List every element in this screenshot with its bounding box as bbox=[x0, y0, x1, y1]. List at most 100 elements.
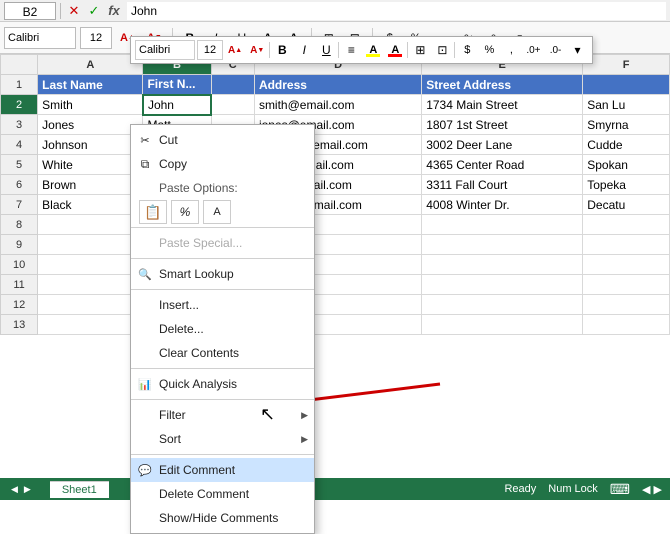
row-num-11: 11 bbox=[1, 275, 38, 295]
fx-icon[interactable]: fx bbox=[105, 2, 123, 20]
mt-grow-btn[interactable]: A▲ bbox=[225, 40, 245, 60]
ctx-sort[interactable]: Sort ▶ bbox=[131, 427, 314, 451]
ctx-paste-special-label: Paste Special... bbox=[159, 236, 242, 250]
cell-e4[interactable]: 3002 Deer Lane bbox=[422, 135, 583, 155]
paste-icon-1[interactable]: 📋 bbox=[139, 200, 167, 224]
ctx-paste-icons-row[interactable]: 📋 % A bbox=[131, 200, 314, 224]
cell-f4[interactable]: Cudde bbox=[583, 135, 670, 155]
col-header-a[interactable]: A bbox=[38, 55, 143, 75]
col-header-f[interactable]: F bbox=[583, 55, 670, 75]
paste-icon-3[interactable]: A bbox=[203, 200, 231, 224]
ctx-sep5 bbox=[131, 399, 314, 400]
ctx-cut[interactable]: ✂ Cut bbox=[131, 128, 314, 152]
mt-size-input[interactable] bbox=[197, 40, 223, 60]
ctx-clear-contents[interactable]: Clear Contents bbox=[131, 341, 314, 365]
mt-divider2 bbox=[338, 42, 339, 58]
mt-dec-inc-btn[interactable]: .0+ bbox=[523, 40, 543, 60]
status-right: Ready Num Lock ⌨ ◀ ▶ bbox=[504, 481, 662, 498]
ctx-clear-contents-label: Clear Contents bbox=[159, 346, 239, 360]
cancel-formula-icon[interactable]: ✕ bbox=[65, 2, 83, 20]
cell-f6[interactable]: Topeka bbox=[583, 175, 670, 195]
cell-e1[interactable]: Street Address bbox=[422, 75, 583, 95]
cell-f2[interactable]: San Lu bbox=[583, 95, 670, 115]
mt-underline-btn[interactable]: U bbox=[316, 40, 336, 60]
cell-a4[interactable]: Johnson bbox=[38, 135, 143, 155]
row-num-9: 9 bbox=[1, 235, 38, 255]
cell-f1[interactable] bbox=[583, 75, 670, 95]
cell-e2[interactable]: 1734 Main Street bbox=[422, 95, 583, 115]
row-num-8: 8 bbox=[1, 215, 38, 235]
row-num-5: 5 bbox=[1, 155, 38, 175]
mt-divider3 bbox=[407, 42, 408, 58]
formula-input[interactable] bbox=[127, 2, 666, 20]
sheet-tab-1[interactable]: Sheet1 bbox=[50, 481, 109, 498]
cell-a7[interactable]: Black bbox=[38, 195, 143, 215]
ctx-insert[interactable]: Insert... bbox=[131, 293, 314, 317]
confirm-formula-icon[interactable]: ✓ bbox=[85, 2, 103, 20]
quick-analysis-icon: 📊 bbox=[137, 376, 153, 392]
ctx-quick-analysis-label: Quick Analysis bbox=[159, 377, 237, 391]
cell-e6[interactable]: 3311 Fall Court bbox=[422, 175, 583, 195]
ctx-paste-options-text: Paste Options: bbox=[159, 181, 238, 195]
ctx-delete-comment[interactable]: Delete Comment bbox=[131, 482, 314, 506]
cell-d2[interactable]: smith@email.com bbox=[254, 95, 421, 115]
ctx-quick-analysis[interactable]: 📊 Quick Analysis bbox=[131, 372, 314, 396]
mt-dollar-btn[interactable]: $ bbox=[457, 40, 477, 60]
mt-fontcolor-btn[interactable]: A bbox=[385, 40, 405, 60]
cut-icon: ✂ bbox=[137, 132, 153, 148]
cell-e5[interactable]: 4365 Center Road bbox=[422, 155, 583, 175]
status-bar: ◀ ▶ Sheet1 Ready Num Lock ⌨ ◀ ▶ bbox=[0, 478, 670, 500]
table-row: 12 bbox=[1, 295, 670, 315]
mt-font-input[interactable] bbox=[135, 40, 195, 60]
ctx-insert-label: Insert... bbox=[159, 298, 199, 312]
cell-b2[interactable]: John bbox=[143, 95, 211, 115]
row-num-6: 6 bbox=[1, 175, 38, 195]
table-row: 3 Jones Matt jones@email.com 1807 1st St… bbox=[1, 115, 670, 135]
ctx-delete[interactable]: Delete... bbox=[131, 317, 314, 341]
ctx-smart-lookup[interactable]: 🔍 Smart Lookup bbox=[131, 262, 314, 286]
mt-percent-btn[interactable]: % bbox=[479, 40, 499, 60]
mt-more-btn[interactable]: ▾ bbox=[568, 40, 588, 60]
cell-ref-box[interactable]: B2 bbox=[4, 2, 56, 20]
cell-d1[interactable]: Address bbox=[254, 75, 421, 95]
cell-c1[interactable] bbox=[211, 75, 254, 95]
cell-a2[interactable]: Smith bbox=[38, 95, 143, 115]
mt-bold-btn[interactable]: B bbox=[272, 40, 292, 60]
cell-e7[interactable]: 4008 Winter Dr. bbox=[422, 195, 583, 215]
cell-f3[interactable]: Smyrna bbox=[583, 115, 670, 135]
ctx-show-hide-comments[interactable]: Show/Hide Comments bbox=[131, 506, 314, 530]
table-row: 6 Brown Jeff rown@email.com 3311 Fall Co… bbox=[1, 175, 670, 195]
table-row: 9 bbox=[1, 235, 670, 255]
mt-merge-btn[interactable]: ⊡ bbox=[432, 40, 452, 60]
mt-italic-btn[interactable]: I bbox=[294, 40, 314, 60]
mt-borders-btn[interactable]: ⊞ bbox=[410, 40, 430, 60]
scroll-status: ◀ ▶ bbox=[642, 483, 662, 496]
mt-dec-dec-btn[interactable]: .0- bbox=[546, 40, 566, 60]
cell-e3[interactable]: 1807 1st Street bbox=[422, 115, 583, 135]
cell-a5[interactable]: White bbox=[38, 155, 143, 175]
row-num-3: 3 bbox=[1, 115, 38, 135]
paste-icon-2[interactable]: % bbox=[171, 200, 199, 224]
cell-b1[interactable]: First N... bbox=[143, 75, 211, 95]
mt-highlight-btn[interactable]: A bbox=[363, 40, 383, 60]
cell-c2[interactable] bbox=[211, 95, 254, 115]
mt-shrink-btn[interactable]: A▼ bbox=[247, 40, 267, 60]
ctx-copy[interactable]: ⧉ Copy bbox=[131, 152, 314, 176]
scroll-left-icon[interactable]: ◀ bbox=[8, 484, 21, 495]
table-row: 13 bbox=[1, 315, 670, 335]
mt-divider4 bbox=[454, 42, 455, 58]
cell-f7[interactable]: Decatu bbox=[583, 195, 670, 215]
mt-comma-btn[interactable]: , bbox=[501, 40, 521, 60]
ctx-sort-arrow: ▶ bbox=[301, 434, 308, 445]
font-size-input[interactable] bbox=[80, 27, 112, 49]
ctx-filter[interactable]: Filter ▶ bbox=[131, 403, 314, 427]
cell-a1[interactable]: Last Name bbox=[38, 75, 143, 95]
scroll-right-icon[interactable]: ▶ bbox=[21, 484, 34, 495]
ctx-edit-comment[interactable]: 💬 Edit Comment bbox=[131, 458, 314, 482]
cell-a6[interactable]: Brown bbox=[38, 175, 143, 195]
mt-align-btn[interactable]: ≡ bbox=[341, 40, 361, 60]
cell-a3[interactable]: Jones bbox=[38, 115, 143, 135]
sheet-scroll-left: ◀ ▶ bbox=[8, 484, 34, 495]
cell-f5[interactable]: Spokan bbox=[583, 155, 670, 175]
font-name-input[interactable] bbox=[4, 27, 76, 49]
